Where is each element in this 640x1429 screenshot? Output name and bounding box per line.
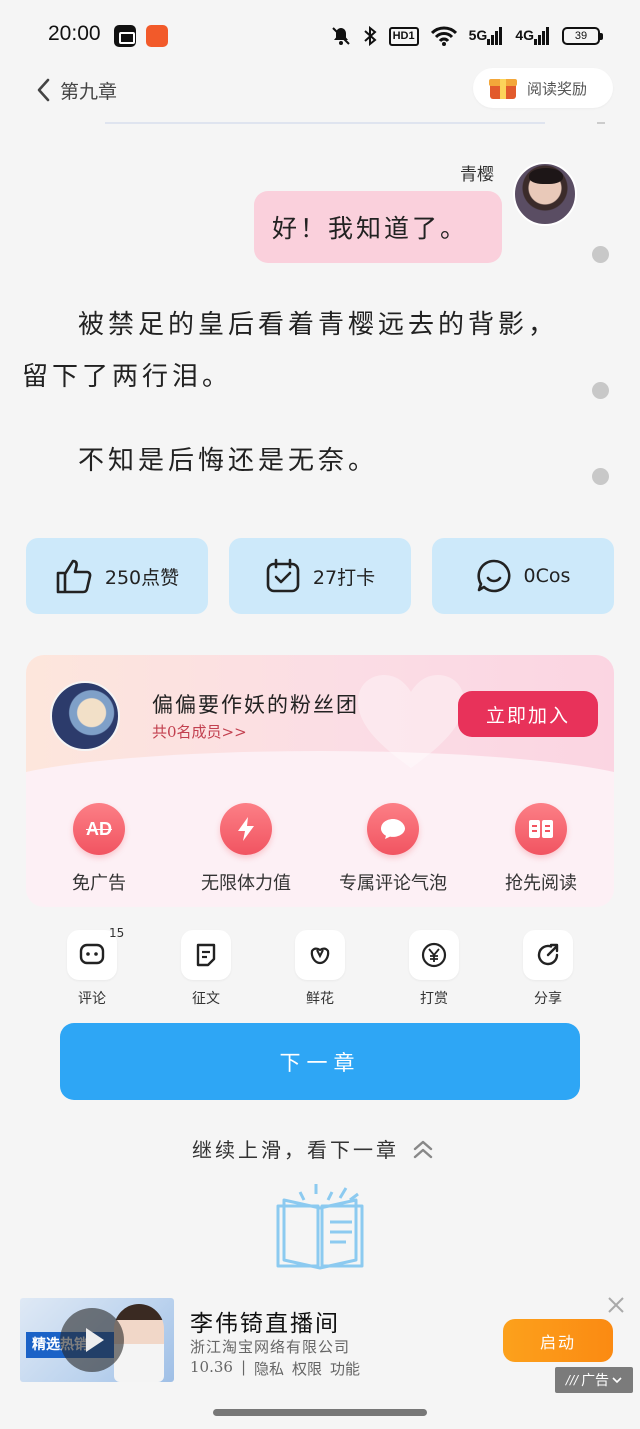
reading-reward-button[interactable]: 阅读奖励 (473, 68, 613, 108)
status-bar: 20:00 HD1 5G 4G 39 (0, 0, 640, 70)
swipe-hint: 继续上滑，看下一章 (192, 1134, 435, 1163)
ad-permissions-link[interactable]: 权限 (292, 1358, 322, 1379)
bluetooth-icon (363, 26, 377, 46)
perk-no-ads[interactable]: AD 免广告 (26, 803, 174, 895)
cos-count: 0Cos (523, 565, 571, 587)
cos-button[interactable]: 0Cos (432, 538, 614, 614)
paragraph-comment-dot[interactable] (592, 382, 609, 399)
close-icon[interactable] (607, 1296, 625, 1314)
back-arrow-icon[interactable] (34, 76, 54, 104)
reward-label: 阅读奖励 (527, 79, 588, 98)
perk-label: 免广告 (72, 873, 126, 894)
hd-icon: HD1 (388, 26, 419, 46)
thumbs-up-icon (55, 558, 93, 594)
ad-meta: 10.36 | 隐私 权限 功能 (190, 1358, 360, 1379)
ad-tag[interactable]: /// 广告 (555, 1367, 633, 1393)
calendar-check-icon (265, 558, 301, 594)
fan-club-avatar[interactable] (50, 681, 120, 751)
open-book-illustration-icon (276, 1184, 364, 1270)
ad-tag-label: 广告 (581, 1373, 610, 1389)
ad-title[interactable]: 李伟锜直播间 (190, 1304, 340, 1338)
tool-label: 鲜花 (306, 991, 334, 1007)
double-chevron-up-icon (413, 1140, 433, 1158)
perk-early-reading[interactable]: 抢先阅读 (466, 803, 614, 895)
ad-meta-divider: | (240, 1358, 247, 1376)
fan-club-panel: 偏偏要作妖的粉丝团 共0名成员>> 立即加入 AD 免广告 无限体力值 专属评论… (26, 655, 614, 907)
chat-bubble: 好！我知道了。 (254, 191, 502, 263)
wifi-icon (430, 26, 457, 46)
essay-tool[interactable]: 征文 (171, 930, 241, 1008)
shopping-app-icon (146, 25, 168, 47)
ad-privacy-link[interactable]: 隐私 (254, 1358, 284, 1379)
play-icon[interactable] (60, 1308, 124, 1372)
chapter-title[interactable]: 第九章 (60, 77, 117, 104)
ad-features-link[interactable]: 功能 (330, 1358, 360, 1379)
ad-launch-button[interactable]: 启动 (503, 1319, 613, 1362)
network-4g: 4G (515, 27, 550, 46)
ad-company: 浙江淘宝网络有限公司 (190, 1338, 351, 1356)
perk-label: 专属评论气泡 (339, 873, 447, 894)
checkin-count: 27打卡 (312, 566, 376, 589)
checkin-button[interactable]: 27打卡 (229, 538, 411, 614)
capcut-app-icon (114, 25, 136, 47)
status-icons: HD1 5G 4G 39 (331, 22, 603, 50)
like-button[interactable]: 250点赞 (26, 538, 208, 614)
tool-label: 打赏 (420, 991, 448, 1007)
comment-count-badge: 15 (109, 926, 125, 940)
tip-tool[interactable]: 打赏 (399, 930, 469, 1008)
yen-coin-icon (409, 930, 459, 980)
mute-icon (331, 26, 351, 46)
chat-bubble-icon (367, 803, 419, 855)
paragraph-comment-dot[interactable] (592, 468, 609, 485)
next-chapter-button[interactable]: 下一章 (60, 1023, 580, 1100)
fan-club-members-link[interactable]: 共0名成员>> (152, 721, 247, 742)
comment-tool[interactable]: 15 评论 (57, 926, 127, 1008)
network-5g: 5G (469, 27, 504, 46)
battery-icon: 39 (562, 27, 603, 45)
gift-box-icon (489, 76, 517, 100)
chevron-down-icon (612, 1377, 622, 1384)
tool-label: 评论 (78, 991, 106, 1007)
perk-label: 抢先阅读 (505, 873, 577, 894)
ad-icon: AD (73, 803, 125, 855)
paragraph-comment-dot[interactable] (592, 246, 609, 263)
ad-logo-icon: /// (565, 1373, 579, 1387)
share-tool[interactable]: 分享 (513, 930, 583, 1008)
speaker-avatar[interactable] (513, 162, 577, 226)
perk-label: 无限体力值 (201, 873, 291, 894)
status-time: 20:00 (48, 22, 101, 45)
ad-thumbnail[interactable]: 精选热销 (20, 1298, 174, 1382)
perk-comment-bubble[interactable]: 专属评论气泡 (318, 803, 468, 895)
paragraph-line: 不知是后悔还是无奈。 (78, 446, 379, 476)
fan-club-title[interactable]: 偏偏要作妖的粉丝团 (152, 689, 359, 719)
flower-tool[interactable]: 鲜花 (285, 930, 355, 1008)
tool-label: 征文 (192, 991, 220, 1007)
flower-icon (295, 930, 345, 980)
share-icon (523, 930, 573, 980)
perk-unlimited-stamina[interactable]: 无限体力值 (171, 803, 321, 895)
join-fan-club-button[interactable]: 立即加入 (458, 691, 598, 737)
essay-icon (181, 930, 231, 980)
tool-label: 分享 (534, 991, 562, 1007)
heart-decoration-icon (358, 675, 464, 768)
paragraph-line: 被禁足的皇后看着青樱远去的背影， (78, 310, 559, 340)
swipe-hint-text: 继续上滑，看下一章 (192, 1138, 399, 1162)
like-count: 250点赞 (104, 566, 180, 589)
divider (105, 122, 545, 124)
smile-chat-icon (476, 558, 512, 594)
home-indicator[interactable] (213, 1409, 427, 1416)
speaker-name: 青樱 (460, 165, 494, 185)
ad-banner[interactable]: 精选热销 李伟锜直播间 浙江淘宝网络有限公司 10.36 | 隐私 权限 功能 … (0, 1288, 640, 1400)
lightning-icon (220, 803, 272, 855)
book-icon (515, 803, 567, 855)
ad-version: 10.36 (190, 1358, 233, 1376)
paragraph-line: 留下了两行泪。 (22, 362, 233, 392)
divider-mark (597, 122, 605, 124)
